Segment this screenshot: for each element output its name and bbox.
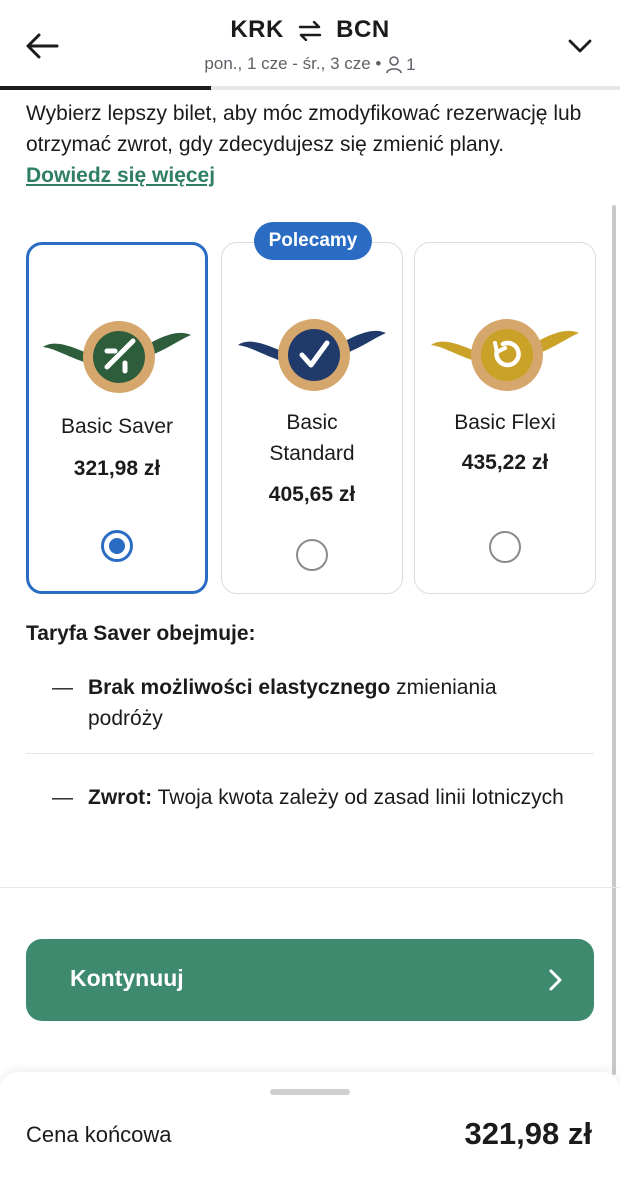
chevron-right-icon (549, 969, 562, 991)
trip-dates: pon., 1 cze - śr., 3 cze • (204, 54, 382, 73)
origin-code: KRK (230, 16, 284, 43)
section-divider (0, 887, 620, 888)
trip-details: pon., 1 cze - śr., 3 cze • 1 (0, 54, 620, 75)
list-item-bold: Zwrot: (88, 786, 153, 809)
fare-price: 321,98 zł (73, 457, 161, 480)
chevron-down-icon (568, 39, 592, 53)
fare-title: Basic Flexi (454, 411, 556, 434)
fare-badge-standard (222, 305, 402, 395)
dash-icon: — (52, 786, 73, 809)
booking-progress-fill (0, 86, 211, 90)
price-summary-sheet: Cena końcowa 321,98 zł (0, 1072, 620, 1193)
sheet-drag-handle[interactable] (270, 1089, 350, 1095)
intro-body: Wybierz lepszy bilet, aby móc zmodyfikow… (26, 102, 582, 156)
divider (26, 753, 594, 754)
list-item: — Brak możliwości elastycznego zmieniani… (52, 672, 572, 734)
fare-price: 435,22 zł (461, 451, 549, 474)
destination-code: BCN (336, 16, 390, 43)
recommended-badge: Polecamy (254, 222, 372, 260)
fare-radio-standard[interactable] (296, 539, 328, 571)
fare-price: 405,65 zł (268, 483, 356, 506)
fare-radio-flexi[interactable] (489, 531, 521, 563)
fare-card-basic-flexi[interactable]: Basic Flexi 435,22 zł (414, 242, 596, 594)
fare-radio-saver[interactable] (101, 530, 133, 562)
refresh-badge-icon (431, 319, 579, 391)
expand-details-button[interactable] (562, 28, 598, 64)
person-icon (386, 55, 402, 73)
intro-text: Wybierz lepszy bilet, aby móc zmodyfikow… (26, 98, 586, 191)
swap-icon (298, 20, 322, 41)
fare-card-basic-saver[interactable]: Basic Saver 321,98 zł (26, 242, 208, 594)
booking-progress-bar (0, 86, 620, 90)
fare-title: Basic Saver (60, 415, 174, 438)
fare-includes-title: Taryfa Saver obejmuje: (26, 622, 256, 645)
learn-more-link[interactable]: Dowiedz się więcej (26, 164, 215, 187)
check-badge-icon (238, 319, 386, 391)
top-bar: KRK BCN pon., 1 cze - śr., 3 cze • 1 (0, 0, 620, 90)
total-price-value: 321,98 zł (464, 1116, 592, 1151)
continue-button[interactable]: Kontynuuj (26, 939, 594, 1021)
list-item-bold: Brak możliwości elastycznego (88, 676, 391, 699)
scrollbar[interactable] (612, 205, 616, 1075)
fare-title: Basic Standard (269, 411, 355, 465)
passenger-count: 1 (406, 54, 416, 74)
fare-card-basic-standard[interactable]: Basic Standard 405,65 zł (221, 242, 403, 594)
route-title: KRK BCN (0, 16, 620, 44)
plane-badge-icon (43, 321, 191, 393)
total-price-label: Cena końcowa (26, 1122, 172, 1147)
fare-badge-flexi (415, 305, 595, 395)
dash-icon: — (52, 676, 73, 699)
continue-label: Kontynuuj (70, 965, 184, 991)
list-item-text: Twoja kwota zależy od zasad linii lotnic… (152, 786, 564, 809)
list-item: — Zwrot: Twoja kwota zależy od zasad lin… (52, 782, 572, 813)
fare-badge-saver (29, 307, 205, 397)
